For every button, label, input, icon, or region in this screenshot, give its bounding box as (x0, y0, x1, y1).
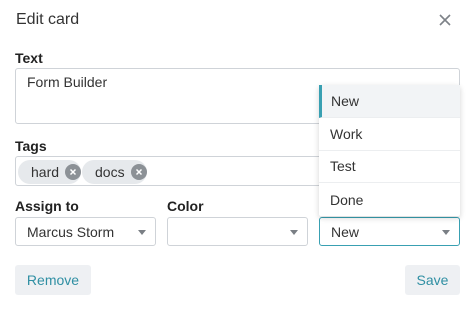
dropdown-option-test[interactable]: Test (319, 151, 460, 184)
color-select[interactable] (167, 217, 308, 246)
assign-to-value: Marcus Storm (27, 223, 115, 240)
remove-button[interactable]: Remove (15, 265, 91, 295)
color-label: Color (167, 198, 204, 214)
dialog-title: Edit card (16, 11, 80, 28)
dropdown-option-work[interactable]: Work (319, 118, 460, 151)
tag-remove-icon[interactable] (130, 164, 147, 180)
status-select[interactable]: New (319, 217, 460, 246)
tag-remove-icon[interactable] (65, 164, 82, 180)
save-button[interactable]: Save (405, 265, 460, 295)
dropdown-option-done[interactable]: Done (319, 183, 460, 216)
status-dropdown-list: New Work Test Done (319, 85, 460, 216)
status-value: New (331, 223, 360, 240)
text-label: Text (15, 50, 43, 66)
tag-chip-docs: docs (82, 160, 147, 184)
tag-chip-hard: hard (18, 160, 82, 184)
assign-to-select[interactable]: Marcus Storm (15, 217, 156, 246)
tag-label: docs (95, 164, 125, 180)
tags-label: Tags (15, 138, 47, 154)
tag-label: hard (31, 164, 60, 180)
chevron-down-icon (290, 230, 298, 235)
dropdown-option-new[interactable]: New (319, 85, 460, 118)
close-icon[interactable] (436, 11, 454, 29)
chevron-down-icon (138, 230, 146, 235)
chevron-down-icon (442, 230, 450, 235)
assign-to-label: Assign to (15, 198, 79, 214)
